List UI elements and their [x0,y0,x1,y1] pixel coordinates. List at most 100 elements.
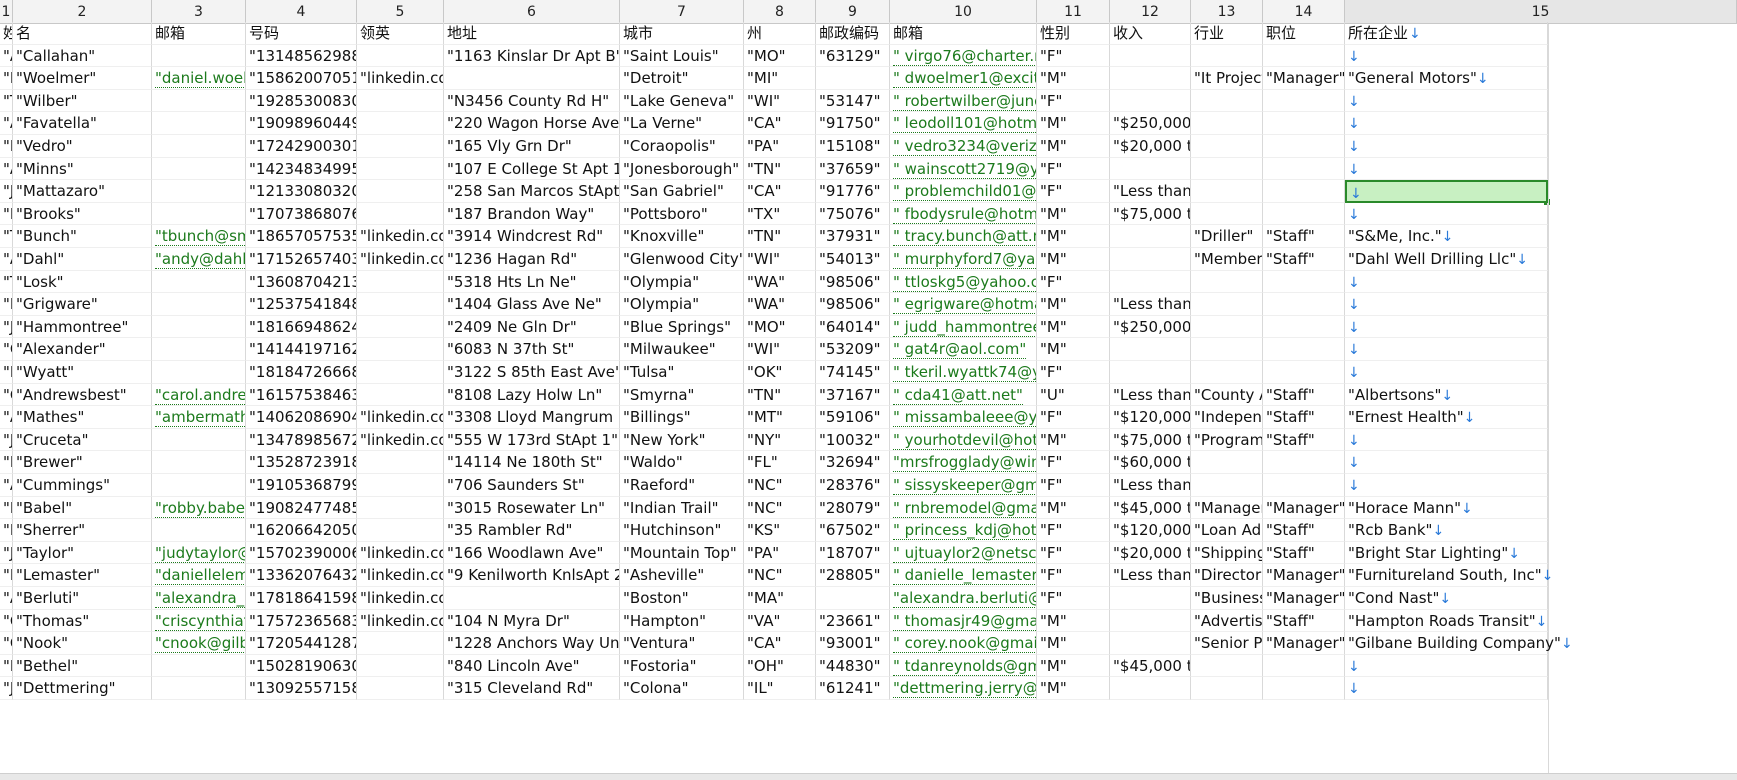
table-cell[interactable]: "555 W 173rd StApt 1" [444,428,620,452]
table-cell[interactable]: "Tar [0,89,13,113]
column-header-8[interactable]: 8 [744,0,816,24]
column-header-10[interactable]: 10 [890,0,1037,24]
email-link[interactable]: " rnbremodel@gmail [893,498,1036,518]
table-cell[interactable] [357,293,444,316]
table-cell[interactable]: "Babel" [13,496,152,520]
table-cell[interactable]: "M" [1037,632,1110,655]
table-cell[interactable]: "Taylor" [13,541,152,565]
table-cell[interactable]: "Mathes" [13,406,152,429]
table-cell[interactable]: "Callahan" [13,44,152,68]
email-link[interactable]: "robby.babel@ [155,498,245,518]
table-cell[interactable]: "linkedin.con [357,67,444,90]
table-cell[interactable]: "F" [1037,361,1110,384]
table-cell[interactable]: "Independ [1191,406,1263,429]
table-cell[interactable]: "Thomas" [13,609,152,633]
table-cell[interactable]: ↓ [1345,361,1548,384]
table-cell[interactable]: "M" [1037,654,1110,678]
table-cell[interactable] [152,44,246,68]
table-cell[interactable]: "WI" [744,338,816,361]
table-cell[interactable]: "Tulsa" [620,361,744,384]
header-cell[interactable]: 城市 [620,22,744,45]
table-cell[interactable]: "M" [1037,677,1110,700]
header-cell[interactable]: 行业 [1191,22,1263,45]
table-cell[interactable]: "17205441287" [246,632,357,655]
selected-cell[interactable]: ↓ [1345,180,1548,203]
table-cell[interactable]: "12537541848" [246,293,357,316]
table-cell[interactable]: "Rcb Bank"↓ [1345,519,1548,542]
table-cell[interactable] [1191,293,1263,316]
header-cell[interactable]: 所在企业↓ [1345,22,1548,45]
table-cell[interactable]: "MO" [744,315,816,339]
table-cell[interactable]: "Saint Louis" [620,44,744,68]
table-cell[interactable] [1191,89,1263,113]
header-cell[interactable]: 邮政编码 [816,22,890,45]
table-cell[interactable] [1263,180,1345,203]
table-cell[interactable] [1110,44,1191,68]
table-cell[interactable]: "S&Me, Inc."↓ [1345,225,1548,248]
table-cell[interactable]: " ttloskg5@yahoo.co [890,270,1037,294]
table-cell[interactable]: "Da [0,67,13,90]
email-link[interactable]: " vedro3234@verizor [893,137,1036,156]
table-cell[interactable]: "Director C [1191,564,1263,587]
table-cell[interactable]: "M" [1037,428,1110,452]
table-cell[interactable]: "MO" [744,44,816,68]
header-cell[interactable]: 邮箱 [890,22,1037,45]
table-cell[interactable]: " dwoelmer1@excite. [890,67,1037,90]
header-cell[interactable]: 州 [744,22,816,45]
table-cell[interactable] [816,67,890,90]
table-cell[interactable]: ↓ [1345,474,1548,497]
table-cell[interactable]: "37659" [816,157,890,181]
email-link[interactable]: " corey.nook@gmail.c [893,634,1036,654]
table-cell[interactable]: "19082477485" [246,496,357,520]
table-cell[interactable]: "Less than $ [1110,293,1191,316]
table-cell[interactable]: "NC" [744,474,816,497]
table-cell[interactable] [152,519,246,542]
table-cell[interactable]: "TN" [744,225,816,248]
header-cell[interactable]: 地址 [444,22,620,45]
table-cell[interactable]: "6083 N 37th St" [444,338,620,361]
table-cell[interactable]: "F" [1037,587,1110,610]
table-cell[interactable]: ↓ [1345,44,1548,68]
table-cell[interactable]: ↓ [1345,677,1548,700]
table-cell[interactable]: "840 Lincoln Ave" [444,654,620,678]
table-cell[interactable]: "35 Rambler Rd" [444,519,620,542]
table-cell[interactable]: "F" [1037,180,1110,203]
table-cell[interactable]: "Smyrna" [620,383,744,407]
table-cell[interactable]: "28805" [816,564,890,587]
table-cell[interactable]: "Less than $ [1110,474,1191,497]
column-header-6[interactable]: 6 [444,0,620,24]
table-cell[interactable]: "linkedin.con [357,541,444,565]
table-cell[interactable]: "Berluti" [13,587,152,610]
email-link[interactable]: " missambaleee@yah [893,408,1036,428]
email-link[interactable]: "mrsfrogglady@wind [893,453,1036,473]
table-cell[interactable]: "Sherrer" [13,519,152,542]
table-cell[interactable] [1191,451,1263,474]
table-cell[interactable] [1263,315,1345,339]
table-cell[interactable]: "187 Brandon Way" [444,202,620,226]
table-cell[interactable] [152,270,246,294]
email-link[interactable]: " princess_kdj@hotm [893,521,1036,541]
table-cell[interactable]: ↓ [1345,112,1548,135]
table-cell[interactable]: "F" [1037,474,1110,497]
table-cell[interactable] [357,270,444,294]
table-cell[interactable]: "15862007051" [246,67,357,90]
table-cell[interactable]: "$120,000 t [1110,406,1191,429]
table-cell[interactable]: "Ker [0,361,13,384]
table-cell[interactable]: "Manager" [1263,67,1345,90]
table-cell[interactable]: "107 E College St Apt 15" [444,157,620,181]
table-cell[interactable]: "Dav [0,202,13,226]
table-cell[interactable]: "M" [1037,67,1110,90]
table-cell[interactable] [1263,677,1345,700]
table-cell[interactable] [1110,248,1191,271]
table-cell[interactable]: "9 Kenilworth KnlsApt 20 [444,564,620,587]
table-cell[interactable]: "Olympia" [620,270,744,294]
table-cell[interactable]: "Ker [0,451,13,474]
table-cell[interactable]: " judd_hammontree8 [890,315,1037,339]
table-cell[interactable]: "Jud [0,315,13,339]
email-link[interactable]: " egrigware@hotmai [893,295,1036,315]
table-cell[interactable]: "67502" [816,519,890,542]
table-cell[interactable]: "44830" [816,654,890,678]
table-cell[interactable]: "F" [1037,406,1110,429]
table-cell[interactable]: " cda41@att.net" [890,383,1037,407]
table-cell[interactable]: "CA" [744,180,816,203]
